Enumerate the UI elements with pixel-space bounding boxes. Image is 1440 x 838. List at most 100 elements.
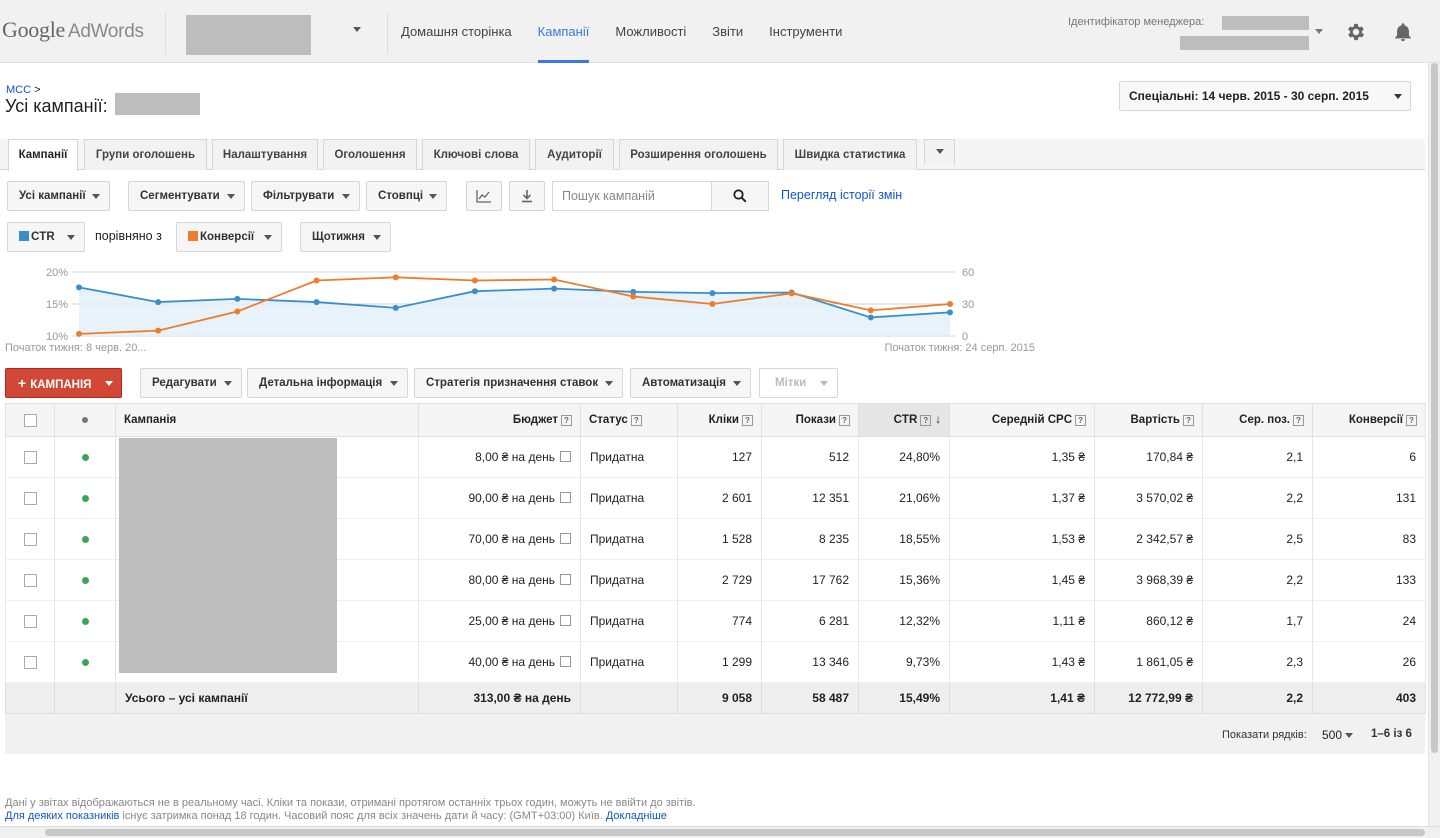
tab-ads[interactable]: Оголошення [323,139,417,170]
help-icon[interactable]: ? [1183,415,1194,426]
vertical-scrollbar[interactable] [1428,63,1440,826]
col-campaign[interactable]: Кампанія [115,403,419,437]
tabs-more-button[interactable] [924,139,955,165]
budget-chart-icon[interactable] [560,533,571,544]
enabled-status-icon[interactable] [81,536,89,544]
col-impressions[interactable]: Покази? [761,403,859,437]
account-selector-redacted[interactable] [186,15,311,55]
horizontal-scroll-thumb[interactable] [45,829,1425,836]
row-status-cell [54,641,116,683]
metric1-dropdown[interactable]: CTR [7,222,85,252]
automate-dropdown[interactable]: Автоматизація [630,368,751,398]
period-dropdown[interactable]: Щотижня [300,222,391,252]
tab-ad-groups[interactable]: Групи оголошень [84,139,207,170]
tab-keywords[interactable]: Ключові слова [422,139,530,170]
rows-chevron-down-icon[interactable] [1345,733,1353,738]
edit-dropdown[interactable]: Редагувати [140,368,242,398]
some-metrics-link[interactable]: Для деяких показників [5,810,119,822]
help-icon[interactable]: ? [561,415,572,426]
budget-cell[interactable]: 25,00 ₴ на день [418,600,581,642]
enabled-status-icon[interactable] [81,577,89,585]
enabled-status-icon[interactable] [81,659,89,667]
nav-opportunities[interactable]: Можливості [602,0,699,63]
select-all-checkbox[interactable] [23,413,37,427]
adwords-logo[interactable]: Google AdWords [2,17,144,43]
account-menu-chevron-down-icon[interactable] [1315,29,1323,34]
horizontal-scrollbar[interactable] [0,826,1440,838]
tab-campaigns[interactable]: Кампанії [8,139,78,171]
budget-chart-icon[interactable] [560,451,571,462]
budget-cell[interactable]: 80,00 ₴ на день [418,559,581,601]
row-checkbox[interactable] [23,574,37,588]
tab-quick-stats[interactable]: Швидка статистика [783,139,917,170]
help-icon[interactable]: ? [1075,415,1086,426]
col-avg-cpc[interactable]: Середній CPC? [949,403,1095,437]
help-icon[interactable]: ? [920,415,932,426]
col-status[interactable]: Статус? [580,403,678,437]
row-checkbox[interactable] [23,492,37,506]
budget-cell[interactable]: 90,00 ₴ на день [418,477,581,519]
col-budget[interactable]: Бюджет? [418,403,581,437]
budget-value: 8,00 ₴ на день [475,450,555,464]
segment-dropdown[interactable]: Сегментувати [128,181,245,211]
col-conversions[interactable]: Конверсії? [1312,403,1426,437]
search-button[interactable] [711,182,768,210]
row-checkbox[interactable] [23,656,37,670]
labels-dropdown[interactable]: Мітки [759,368,838,398]
details-dropdown[interactable]: Детальна інформація [247,368,408,398]
row-checkbox[interactable] [23,451,37,465]
bid-strategy-dropdown[interactable]: Стратегія призначення ставок [414,368,623,398]
toggle-graph-button[interactable] [466,181,502,211]
rows-per-page-select[interactable]: 500 [1322,728,1342,742]
change-history-link[interactable]: Перегляд історії змін [781,188,902,202]
help-icon[interactable]: ? [630,415,642,426]
download-button[interactable] [509,181,545,211]
tab-ad-extensions[interactable]: Розширення оголошень [619,139,778,170]
budget-chart-icon[interactable] [560,615,571,626]
bell-icon[interactable] [1392,21,1414,43]
filter-dropdown[interactable]: Фільтрувати [251,181,360,211]
nav-campaigns[interactable]: Кампанії [525,0,603,63]
all-campaigns-dropdown[interactable]: Усі кампанії [7,181,110,211]
cost-cell: 3 968,39 ₴ [1094,559,1203,601]
metric2-dropdown[interactable]: Конверсії [176,222,282,252]
row-checkbox[interactable] [23,533,37,547]
date-range-selector[interactable]: Спеціальні: 14 черв. 2015 - 30 серп. 201… [1119,81,1411,111]
account-chevron-down-icon[interactable] [353,27,361,32]
budget-cell[interactable]: 70,00 ₴ на день [418,518,581,560]
search-input[interactable] [553,182,711,210]
help-icon[interactable]: ? [839,415,850,426]
enabled-status-icon[interactable] [81,454,89,462]
help-icon[interactable]: ? [742,415,753,426]
tab-settings[interactable]: Налаштування [212,139,318,170]
col-clicks[interactable]: Кліки? [677,403,762,437]
nav-reports[interactable]: Звіти [699,0,756,63]
budget-chart-icon[interactable] [560,574,571,585]
col-avg-pos[interactable]: Сер. поз.? [1202,403,1313,437]
add-campaign-button[interactable]: + КАМПАНІЯ [5,368,122,398]
col-cost[interactable]: Вартість? [1094,403,1203,437]
budget-chart-icon[interactable] [560,656,571,667]
nav-home[interactable]: Домашня сторінка [388,0,525,63]
budget-cell[interactable]: 40,00 ₴ на день [418,641,581,683]
budget-chart-icon[interactable] [560,492,571,503]
row-checkbox[interactable] [23,615,37,629]
breadcrumb-mcc-link[interactable]: MCC [6,84,31,96]
learn-more-link[interactable]: Докладніше [606,810,667,822]
budget-cell[interactable]: 8,00 ₴ на день [418,436,581,478]
ctr-data-point [392,304,399,311]
help-icon[interactable]: ? [1406,415,1417,426]
table-footer [5,714,1425,754]
gear-icon[interactable] [1345,21,1367,43]
enabled-status-icon[interactable] [81,618,89,626]
timezone-note: Для деяких показників існує затримка пон… [5,810,667,822]
enabled-status-icon[interactable] [81,495,89,503]
tab-audiences[interactable]: Аудиторії [535,139,614,170]
nav-tools[interactable]: Інструменти [756,0,855,63]
columns-dropdown[interactable]: Стовпці [366,181,447,211]
col-ctr[interactable]: CTR? ↓ [858,403,950,437]
col-budget-label: Бюджет [512,414,558,426]
vertical-scroll-thumb[interactable] [1431,63,1438,753]
chart-left-tick-label: 20% [46,267,68,279]
help-icon[interactable]: ? [1293,415,1304,426]
